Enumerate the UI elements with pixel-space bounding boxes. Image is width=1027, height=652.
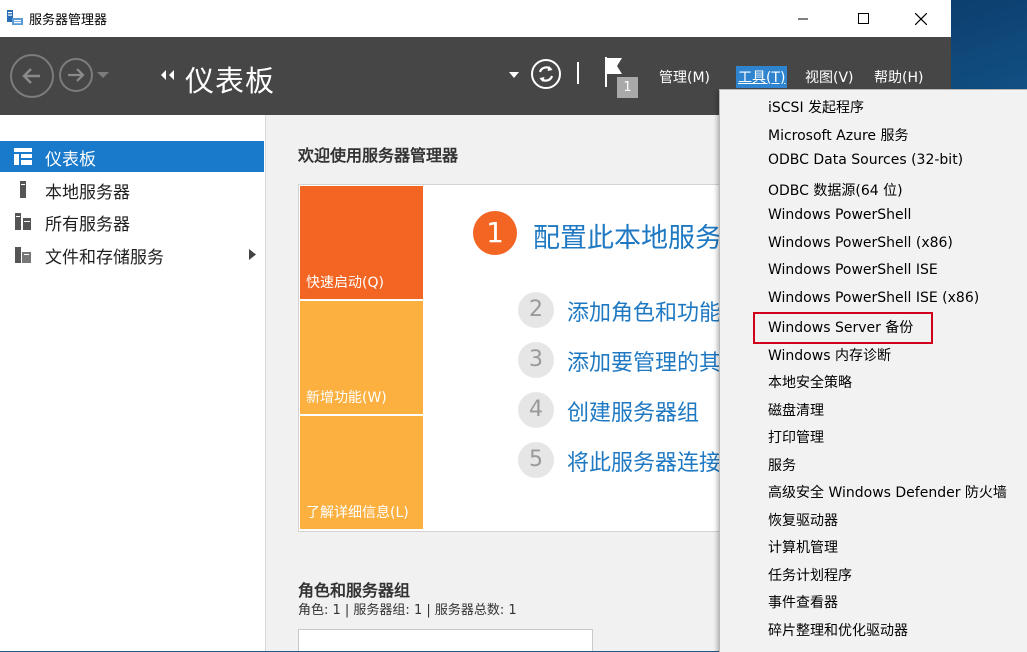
step-number-2: 2: [518, 292, 554, 328]
menu-item-azure-services[interactable]: Microsoft Azure 服务: [720, 121, 1027, 148]
sidebar-item-label: 所有服务器: [45, 215, 130, 235]
menu-item-recovery-drive[interactable]: 恢复驱动器: [720, 506, 1027, 533]
menu-item-powershell[interactable]: Windows PowerShell: [720, 203, 1027, 230]
menu-item-print-management[interactable]: 打印管理: [720, 423, 1027, 450]
sidebar-item-dashboard[interactable]: 仪表板: [0, 141, 264, 172]
tile-quick-start[interactable]: 快速启动(Q): [300, 186, 423, 299]
notification-count-badge: 1: [617, 77, 638, 98]
file-storage-icon: [15, 247, 31, 263]
sidebar-item-label: 仪表板: [45, 150, 96, 170]
menu-item-local-security-policy[interactable]: 本地安全策略: [720, 368, 1027, 395]
step-link-create-group[interactable]: 创建服务器组: [567, 395, 699, 427]
local-server-icon: [20, 181, 26, 198]
title-bar: 服务器管理器: [0, 0, 951, 37]
dashboard-icon: [14, 148, 32, 165]
menu-manage[interactable]: 管理(M): [657, 66, 712, 88]
menu-item-memory-diagnostic[interactable]: Windows 内存诊断: [720, 341, 1027, 368]
tools-dropdown-menu: iSCSI 发起程序 Microsoft Azure 服务 ODBC Data …: [719, 89, 1027, 652]
refresh-icon: [531, 59, 561, 89]
server-manager-app-icon: [7, 10, 23, 25]
minimize-icon: [798, 18, 808, 19]
menu-item-powershell-ise-x86[interactable]: Windows PowerShell ISE (x86): [720, 286, 1027, 313]
notifications-button[interactable]: 1: [603, 57, 643, 101]
menu-item-iscsi-initiator[interactable]: iSCSI 发起程序: [720, 93, 1027, 120]
menu-item-event-viewer[interactable]: 事件查看器: [720, 588, 1027, 615]
back-button[interactable]: [10, 54, 54, 98]
menu-item-defender-firewall[interactable]: 高级安全 Windows Defender 防火墙: [720, 478, 1027, 505]
welcome-heading: 欢迎使用服务器管理器: [298, 146, 459, 165]
menu-item-powershell-x86[interactable]: Windows PowerShell (x86): [720, 231, 1027, 258]
roles-tile[interactable]: [298, 629, 593, 651]
close-icon: [915, 12, 927, 25]
menu-help[interactable]: 帮助(H): [872, 66, 925, 88]
window-title: 服务器管理器: [29, 13, 108, 28]
roles-summary: 角色: 1 | 服务器组: 1 | 服务器总数: 1: [298, 603, 517, 618]
menu-tools[interactable]: 工具(T): [736, 66, 788, 88]
sidebar: 仪表板 本地服务器 所有服务器 文件和存储服务: [0, 115, 266, 651]
menu-item-defragment[interactable]: 碎片整理和优化驱动器: [720, 616, 1027, 643]
menu-view[interactable]: 视图(V): [803, 66, 856, 88]
all-servers-icon: [15, 213, 31, 230]
menu-item-powershell-ise[interactable]: Windows PowerShell ISE: [720, 258, 1027, 285]
sidebar-item-all-servers[interactable]: 所有服务器: [0, 206, 264, 237]
minimize-button[interactable]: [780, 0, 826, 37]
maximize-icon: [857, 13, 869, 24]
forward-arrow-icon: [68, 68, 85, 82]
step-number-4: 4: [518, 392, 554, 428]
tile-whats-new[interactable]: 新增功能(W): [300, 301, 423, 414]
close-button[interactable]: [898, 0, 944, 37]
menu-item-odbc-32[interactable]: ODBC Data Sources (32-bit): [720, 148, 1027, 175]
menu-item-computer-management[interactable]: 计算机管理: [720, 533, 1027, 560]
tile-label: 了解详细信息(L): [306, 505, 409, 521]
page-title: 仪表板: [185, 64, 276, 98]
sidebar-item-local-server[interactable]: 本地服务器: [0, 174, 264, 205]
highlight-annotation-box: [753, 312, 933, 344]
quick-start-panel: 快速启动(Q) 新增功能(W) 了解详细信息(L) 1 配置此本地服务器 2 添…: [298, 184, 809, 532]
step-number-5: 5: [518, 442, 554, 478]
tile-label: 新增功能(W): [306, 390, 387, 406]
refresh-dropdown-icon[interactable]: [509, 72, 519, 78]
history-dropdown-icon[interactable]: [97, 72, 109, 80]
roles-heading: 角色和服务器组: [298, 581, 411, 600]
menu-item-odbc-64[interactable]: ODBC 数据源(64 位): [720, 176, 1027, 203]
sidebar-item-label: 本地服务器: [45, 183, 130, 203]
tile-label: 快速启动(Q): [306, 275, 384, 291]
back-arrow-icon: [22, 68, 40, 84]
tile-learn-more[interactable]: 了解详细信息(L): [300, 416, 423, 529]
step-number-3: 3: [518, 342, 554, 378]
step-link-configure-local-server[interactable]: 配置此本地服务器: [533, 216, 749, 255]
menu-item-services[interactable]: 服务: [720, 451, 1027, 478]
breadcrumb-arrows-icon: [161, 70, 174, 80]
menu-item-disk-cleanup[interactable]: 磁盘清理: [720, 396, 1027, 423]
step-link-add-roles[interactable]: 添加角色和功能: [567, 295, 721, 327]
expand-arrow-icon[interactable]: [249, 249, 256, 260]
forward-button[interactable]: [59, 58, 93, 92]
refresh-button[interactable]: [530, 58, 561, 89]
header-separator: [577, 62, 579, 84]
step-number-1: 1: [473, 211, 517, 255]
sidebar-item-label: 文件和存储服务: [45, 248, 164, 268]
maximize-button[interactable]: [840, 0, 886, 37]
sidebar-item-file-storage[interactable]: 文件和存储服务: [0, 239, 264, 270]
menu-item-task-scheduler[interactable]: 任务计划程序: [720, 561, 1027, 588]
